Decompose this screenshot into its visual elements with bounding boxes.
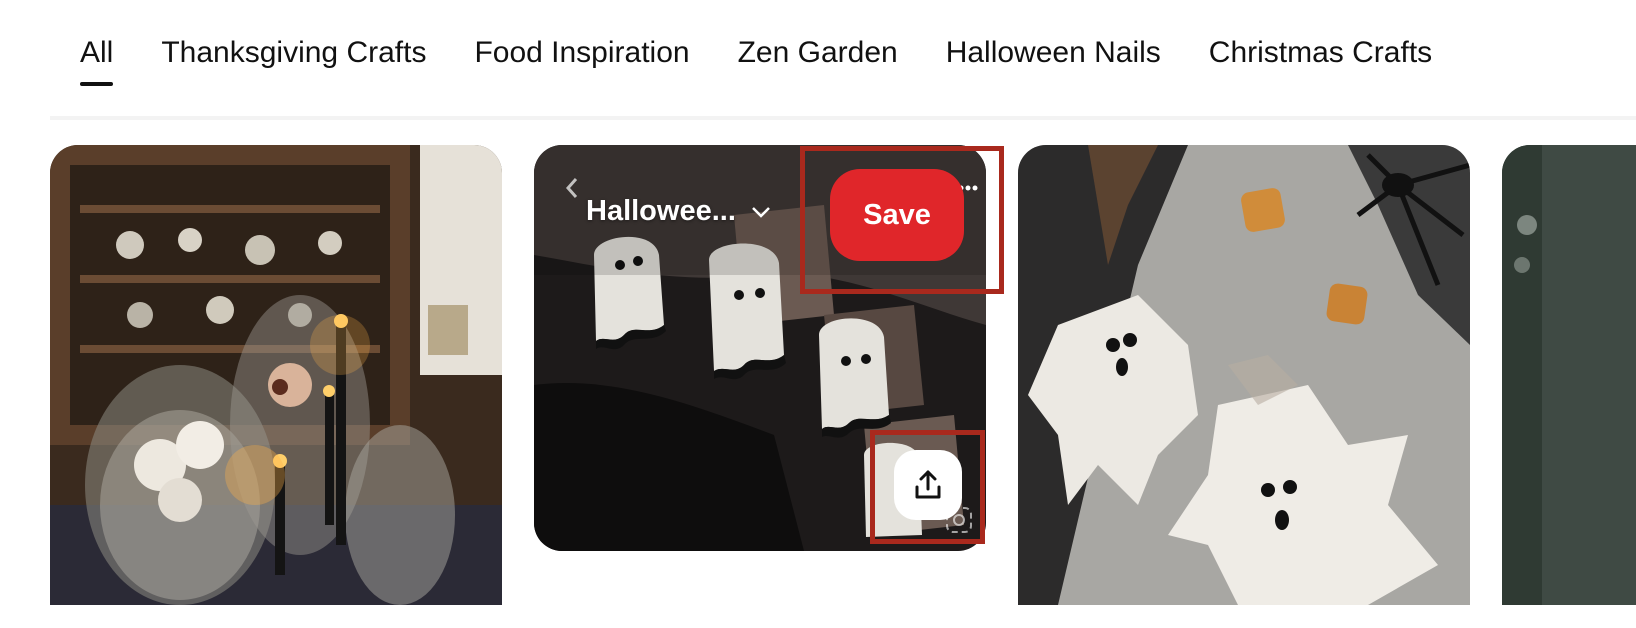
visual-search-icon[interactable] xyxy=(944,505,974,535)
pin-card-halloween-nails[interactable]: Hallowee... Save xyxy=(534,145,986,551)
tab-halloween-nails[interactable]: Halloween Nails xyxy=(946,30,1161,90)
chevron-down-icon xyxy=(752,206,770,218)
pin-card-ghost-leaves[interactable] xyxy=(1018,145,1470,605)
save-button[interactable]: Save xyxy=(830,169,964,261)
tab-all[interactable]: All xyxy=(80,30,114,90)
tabs-divider xyxy=(50,116,1636,120)
share-upload-icon xyxy=(915,470,941,499)
pin-image xyxy=(50,145,502,605)
back-chevron-icon[interactable] xyxy=(564,177,580,199)
tab-thanksgiving-crafts[interactable]: Thanksgiving Crafts xyxy=(161,30,426,90)
category-tabs: All Thanksgiving Crafts Food Inspiration… xyxy=(80,30,1432,90)
board-select-dropdown[interactable]: Hallowee... xyxy=(586,195,772,228)
tab-zen-garden[interactable]: Zen Garden xyxy=(738,30,898,90)
pin-image xyxy=(1018,145,1470,605)
board-select-label: Hallowee... xyxy=(586,195,736,227)
tab-food-inspiration[interactable]: Food Inspiration xyxy=(474,30,689,90)
pin-card-halloween-table[interactable] xyxy=(50,145,502,605)
pin-card-forest[interactable] xyxy=(1502,145,1636,605)
tab-christmas-crafts[interactable]: Christmas Crafts xyxy=(1209,30,1432,90)
pin-image xyxy=(1502,145,1636,605)
